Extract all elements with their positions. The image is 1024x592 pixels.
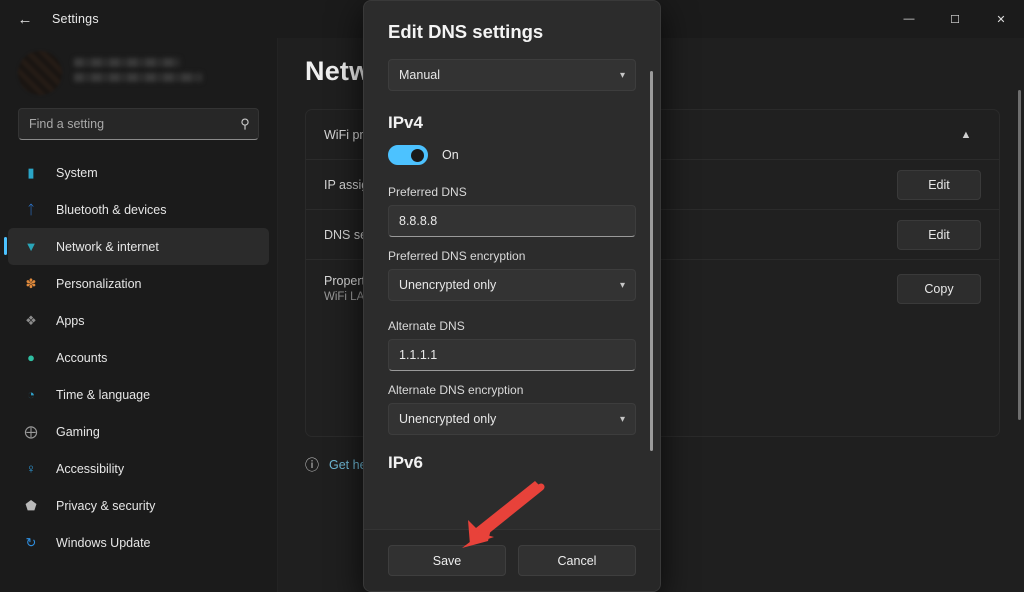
sidebar-item-network-internet[interactable]: ▼ Network & internet [8,228,269,265]
sidebar-item-accounts[interactable]: ● Accounts [8,339,269,376]
chevron-down-icon: ▾ [620,280,625,291]
gamepad-icon: ⨁ [20,421,42,443]
window-controls: — ☐ ✕ [886,0,1024,38]
sidebar-item-accessibility[interactable]: ♀ Accessibility [8,450,269,487]
bluetooth-icon: ᛏ [20,199,42,221]
sidebar-item-windows-update[interactable]: ↻ Windows Update [8,524,269,561]
sidebar-item-personalization[interactable]: ✽ Personalization [8,265,269,302]
alternate-dns-field[interactable] [388,339,636,371]
shield-icon: ⬟ [20,495,42,517]
search-container: ⚲ [0,104,277,152]
update-icon: ↻ [20,532,42,554]
sidebar-item-label: System [56,166,98,180]
maximize-button[interactable]: ☐ [932,0,978,38]
alternate-dns-encryption-label: Alternate DNS encryption [388,383,636,397]
sidebar-item-system[interactable]: ▮ System [8,154,269,191]
spacer [388,309,636,319]
profile-email-redacted [74,73,202,82]
ipv4-toggle-state: On [442,148,459,162]
sidebar-item-label: Personalization [56,277,141,291]
ipv4-toggle-row: On [388,145,636,165]
alternate-dns-label: Alternate DNS [388,319,636,333]
main-scrollbar[interactable] [1018,90,1021,420]
profile-text-redacted [74,58,202,88]
sidebar-item-label: Time & language [56,388,150,402]
search-input[interactable] [19,117,232,131]
sidebar-nav: ▮ System ᛏ Bluetooth & devices ▼ Network… [0,152,277,561]
ipv6-heading: IPv6 [388,453,636,468]
sidebar-item-privacy-security[interactable]: ⬟ Privacy & security [8,487,269,524]
paintbrush-icon: ✽ [20,273,42,295]
avatar [18,51,62,95]
cancel-button[interactable]: Cancel [518,545,636,576]
search-icon: ⚲ [232,116,258,132]
save-button[interactable]: Save [388,545,506,576]
preferred-dns-encryption-dropdown[interactable]: Unencrypted only ▾ [388,269,636,301]
dns-mode-value: Manual [399,68,440,82]
sidebar-item-label: Network & internet [56,240,159,254]
sidebar-item-apps[interactable]: ❖ Apps [8,302,269,339]
edit-ip-assignment-button[interactable]: Edit [897,170,981,200]
back-button[interactable]: ← [8,4,42,34]
edit-dns-assignment-button[interactable]: Edit [897,220,981,250]
chevron-down-icon: ▾ [620,70,625,81]
preferred-dns-input[interactable] [399,214,625,228]
clock-icon: ◔ [20,384,42,406]
toggle-knob [411,149,424,162]
apps-icon: ❖ [20,310,42,332]
preferred-dns-field[interactable] [388,205,636,237]
close-button[interactable]: ✕ [978,0,1024,38]
person-icon: ● [20,347,42,369]
dialog-body: Edit DNS settings Manual ▾ IPv4 On Prefe… [364,1,660,529]
preferred-dns-label: Preferred DNS [388,185,636,199]
window-title: Settings [52,12,99,26]
sidebar-item-label: Accessibility [56,462,124,476]
accessibility-icon: ♀ [20,458,42,480]
sidebar-item-label: Windows Update [56,536,151,550]
sidebar: ⚲ ▮ System ᛏ Bluetooth & devices ▼ Netwo… [0,38,278,592]
sidebar-item-label: Bluetooth & devices [56,203,167,217]
copy-properties-button[interactable]: Copy [897,274,981,304]
ipv4-toggle[interactable] [388,145,428,165]
alternate-dns-encryption-dropdown[interactable]: Unencrypted only ▾ [388,403,636,435]
monitor-icon: ▮ [20,162,42,184]
minimize-button[interactable]: — [886,0,932,38]
sidebar-item-time-language[interactable]: ◔ Time & language [8,376,269,413]
edit-dns-settings-dialog: Edit DNS settings Manual ▾ IPv4 On Prefe… [363,0,661,592]
search-box[interactable]: ⚲ [18,108,259,140]
card-header-right: ▲ [951,129,981,141]
help-icon: ⓘ [305,455,319,475]
wifi-icon: ▼ [20,236,42,258]
sidebar-item-label: Gaming [56,425,100,439]
preferred-dns-encryption-value: Unencrypted only [399,278,496,292]
row-action: Edit [897,220,981,250]
profile-name-redacted [74,58,180,67]
chevron-down-icon: ▾ [620,414,625,425]
alternate-dns-input[interactable] [399,348,625,362]
sidebar-item-label: Apps [56,314,85,328]
dialog-scrollbar[interactable] [650,71,653,451]
chevron-up-icon[interactable]: ▲ [951,129,981,141]
user-profile[interactable] [0,38,277,104]
row-action: Edit [897,170,981,200]
sidebar-item-bluetooth-devices[interactable]: ᛏ Bluetooth & devices [8,191,269,228]
alternate-dns-encryption-value: Unencrypted only [399,412,496,426]
sidebar-item-gaming[interactable]: ⨁ Gaming [8,413,269,450]
dialog-title: Edit DNS settings [388,21,636,43]
ipv4-heading: IPv4 [388,113,636,133]
preferred-dns-encryption-label: Preferred DNS encryption [388,249,636,263]
sidebar-item-label: Accounts [56,351,107,365]
row-action: Copy [897,274,981,304]
settings-window: ← Settings — ☐ ✕ ⚲ ▮ System [0,0,1024,592]
dialog-footer: Save Cancel [364,529,660,591]
dns-mode-dropdown[interactable]: Manual ▾ [388,59,636,91]
sidebar-item-label: Privacy & security [56,499,155,513]
